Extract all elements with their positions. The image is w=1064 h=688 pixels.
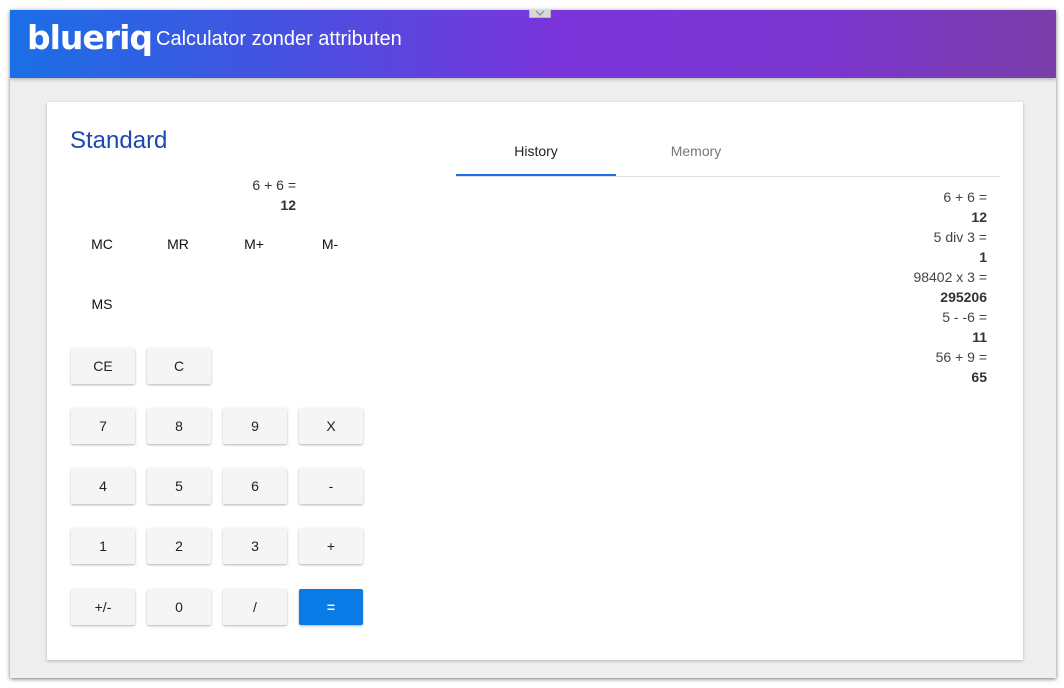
calculator-title: Standard: [70, 127, 168, 154]
memory-add-button[interactable]: M+: [222, 226, 286, 262]
history-result: 295206: [940, 289, 987, 305]
app-window: blueriq Calculator zonder attributen Sta…: [10, 10, 1056, 678]
key-7[interactable]: 7: [71, 408, 135, 444]
calculator-card: Standard 6 + 6 = 12 MC MR M+ M- MS CE C …: [47, 102, 1023, 660]
header-bar: blueriq Calculator zonder attributen: [10, 10, 1056, 78]
tab-memory[interactable]: Memory: [616, 130, 776, 174]
display-result: 12: [280, 197, 296, 213]
history-expression: 56 + 9 =: [935, 349, 987, 365]
history-expression: 5 - -6 =: [942, 309, 987, 325]
chevron-down-icon: [535, 10, 545, 16]
divide-button[interactable]: /: [223, 589, 287, 625]
clear-entry-button[interactable]: CE: [71, 348, 135, 384]
memory-recall-button[interactable]: MR: [146, 226, 210, 262]
history-result: 11: [972, 329, 987, 345]
subtract-button[interactable]: -: [299, 468, 363, 504]
app-title: Calculator zonder attributen: [156, 28, 402, 50]
multiply-button[interactable]: X: [299, 408, 363, 444]
history-expression: 98402 x 3 =: [913, 269, 987, 285]
key-9[interactable]: 9: [223, 408, 287, 444]
history-result: 65: [971, 369, 987, 385]
clear-button[interactable]: C: [147, 348, 211, 384]
history-expression: 6 + 6 =: [943, 189, 987, 205]
key-1[interactable]: 1: [71, 528, 135, 564]
history-result: 1: [979, 249, 987, 265]
key-2[interactable]: 2: [147, 528, 211, 564]
key-0[interactable]: 0: [147, 589, 211, 625]
key-8[interactable]: 8: [147, 408, 211, 444]
add-button[interactable]: +: [299, 528, 363, 564]
key-4[interactable]: 4: [71, 468, 135, 504]
history-expression: 5 div 3 =: [933, 229, 987, 245]
history-memory-tabs: History Memory: [456, 130, 1000, 177]
collapse-toggle[interactable]: [529, 10, 551, 18]
history-result: 12: [971, 209, 987, 225]
blueriq-logo: blueriq: [27, 18, 153, 57]
key-3[interactable]: 3: [223, 528, 287, 564]
negate-button[interactable]: +/-: [71, 589, 135, 625]
display-expression: 6 + 6 =: [252, 177, 296, 193]
memory-clear-button[interactable]: MC: [70, 226, 134, 262]
memory-store-button[interactable]: MS: [70, 286, 134, 322]
history-list: 6 + 6 = 12 5 div 3 = 1 98402 x 3 = 29520…: [827, 187, 987, 387]
tab-history[interactable]: History: [456, 130, 616, 176]
key-6[interactable]: 6: [223, 468, 287, 504]
key-5[interactable]: 5: [147, 468, 211, 504]
equals-button[interactable]: =: [299, 589, 363, 625]
memory-subtract-button[interactable]: M-: [298, 226, 362, 262]
